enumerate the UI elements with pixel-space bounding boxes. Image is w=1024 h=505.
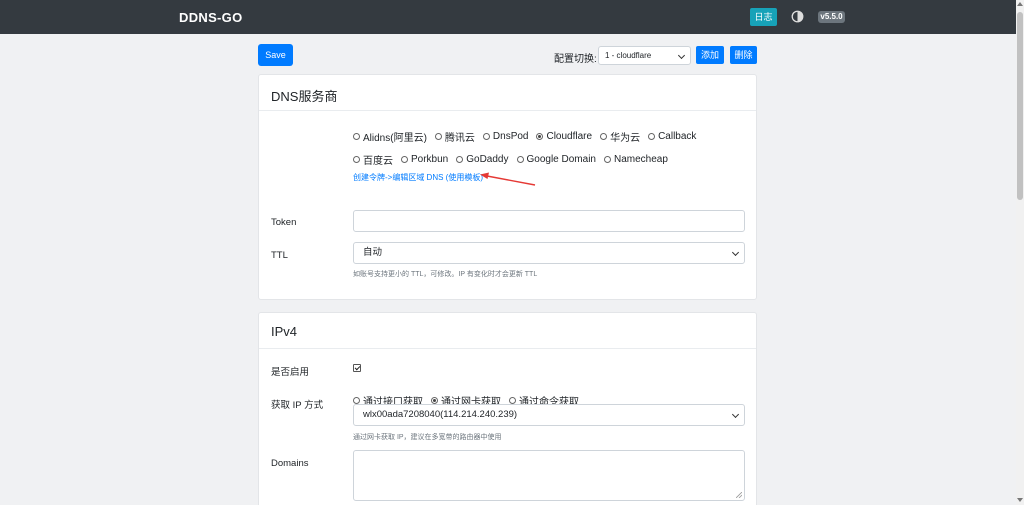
domains-textarea[interactable] <box>353 450 745 501</box>
save-button[interactable]: Save <box>258 44 293 66</box>
provider-option-label: Alidns(阿里云) <box>363 133 427 144</box>
provider-option[interactable]: 腾讯云 <box>434 129 475 144</box>
radio-button[interactable] <box>456 156 464 163</box>
provider-radio-group-1: Alidns(阿里云) 腾讯云 DnsPod Cloudflare 华为云 Callbac… <box>353 129 704 144</box>
radio-button[interactable] <box>353 397 360 404</box>
radio-button[interactable] <box>434 133 442 140</box>
ip-method-label: 获取 IP 方式 <box>271 400 324 411</box>
radio-button[interactable] <box>353 156 360 163</box>
chevron-down-icon <box>677 51 686 60</box>
ttl-select[interactable]: 自动 <box>353 242 745 264</box>
domains-label: Domains <box>271 458 309 469</box>
navbar: DDNS-GO 日志 v5.5.0 <box>0 0 1016 34</box>
radio-button[interactable] <box>536 133 544 140</box>
provider-option[interactable]: Alidns(阿里云) <box>353 129 427 144</box>
scroll-up-icon[interactable] <box>1017 2 1023 6</box>
config-select[interactable]: 1 - cloudflare <box>598 46 691 65</box>
provider-option[interactable]: Namecheap <box>603 154 668 165</box>
provider-option-label: Google Domain <box>526 154 596 165</box>
card-title: DNS服务商 <box>271 89 338 104</box>
resize-handle-icon[interactable] <box>736 492 742 498</box>
provider-option-label: Callback <box>658 131 697 142</box>
card-header: IPv4 <box>259 313 756 349</box>
provider-option-label: Porkbun <box>411 154 449 165</box>
radio-button[interactable] <box>509 397 516 404</box>
provider-option-label: 华为云 <box>610 133 641 144</box>
provider-option[interactable]: 华为云 <box>600 129 640 144</box>
create-token-link[interactable]: 创建令牌->编辑区域 DNS (使用模板) <box>353 172 483 183</box>
log-button[interactable]: 日志 <box>750 8 777 26</box>
provider-radio-group-2: 百度云 Porkbun GoDaddy Google Domain Namecheap <box>353 152 676 167</box>
provider-option[interactable]: Porkbun <box>401 154 448 165</box>
card-title: IPv4 <box>271 324 298 339</box>
provider-option[interactable]: GoDaddy <box>456 154 509 165</box>
chevron-down-icon <box>731 410 740 419</box>
config-switch-label: 配置切换: <box>554 54 597 65</box>
network-interface-select[interactable]: wlx00ada7208040(114.214.240.239) <box>353 404 745 426</box>
page-scrollbar[interactable] <box>1016 0 1024 505</box>
ttl-help-text: 如账号支持更小的 TTL，可修改。IP 有变化时才会更新 TTL <box>353 271 538 278</box>
provider-option-label: 腾讯云 <box>444 133 475 144</box>
chevron-down-icon <box>731 248 740 257</box>
add-config-button[interactable]: 添加 <box>696 46 724 64</box>
provider-option-label: DnsPod <box>492 131 529 142</box>
radio-button[interactable] <box>648 133 656 140</box>
radio-button[interactable] <box>431 397 438 404</box>
radio-button[interactable] <box>401 156 408 163</box>
brand-title[interactable]: DDNS-GO <box>179 10 243 25</box>
token-label: Token <box>271 217 297 228</box>
scroll-thumb[interactable] <box>1017 12 1023 200</box>
provider-option-label: Cloudflare <box>546 131 593 142</box>
radio-button[interactable] <box>600 133 608 140</box>
provider-option[interactable]: DnsPod <box>482 131 529 142</box>
provider-option[interactable]: Callback <box>648 131 696 142</box>
token-input[interactable] <box>353 210 745 232</box>
theme-toggle-icon[interactable] <box>791 10 804 23</box>
radio-button[interactable] <box>516 156 524 163</box>
card-header: DNS服务商 <box>259 75 756 111</box>
provider-option[interactable]: Google Domain <box>516 154 596 165</box>
version-badge: v5.5.0 <box>818 11 845 23</box>
ttl-select-value: 自动 <box>363 247 383 258</box>
provider-option-label: GoDaddy <box>466 154 509 165</box>
delete-config-button[interactable]: 删除 <box>730 46 757 64</box>
network-interface-value: wlx00ada7208040(114.214.240.239) <box>363 409 518 420</box>
provider-option-label: 百度云 <box>363 156 393 167</box>
provider-option[interactable]: 百度云 <box>353 152 393 167</box>
interface-help-text: 通过网卡获取 IP，建议在多宽带的路由器中使用 <box>353 434 502 441</box>
enable-label: 是否启用 <box>271 367 310 378</box>
dns-provider-card: DNS服务商 Alidns(阿里云) 腾讯云 DnsPod Cloudflare 华为云… <box>258 74 757 300</box>
config-select-value: 1 - cloudflare <box>605 51 652 60</box>
provider-option[interactable]: Cloudflare <box>536 131 592 142</box>
annotation-arrow-icon <box>480 172 536 186</box>
enable-checkbox[interactable] <box>353 364 361 372</box>
radio-button[interactable] <box>482 133 490 140</box>
radio-button[interactable] <box>603 156 611 163</box>
provider-option-label: Namecheap <box>613 154 668 165</box>
ttl-label: TTL <box>271 250 288 261</box>
ipv4-card: IPv4 是否启用 获取 IP 方式 通过接口获取 通过网卡获取 通过命令获取 wl… <box>258 312 757 505</box>
radio-button[interactable] <box>353 133 360 140</box>
scroll-down-icon[interactable] <box>1017 498 1023 502</box>
